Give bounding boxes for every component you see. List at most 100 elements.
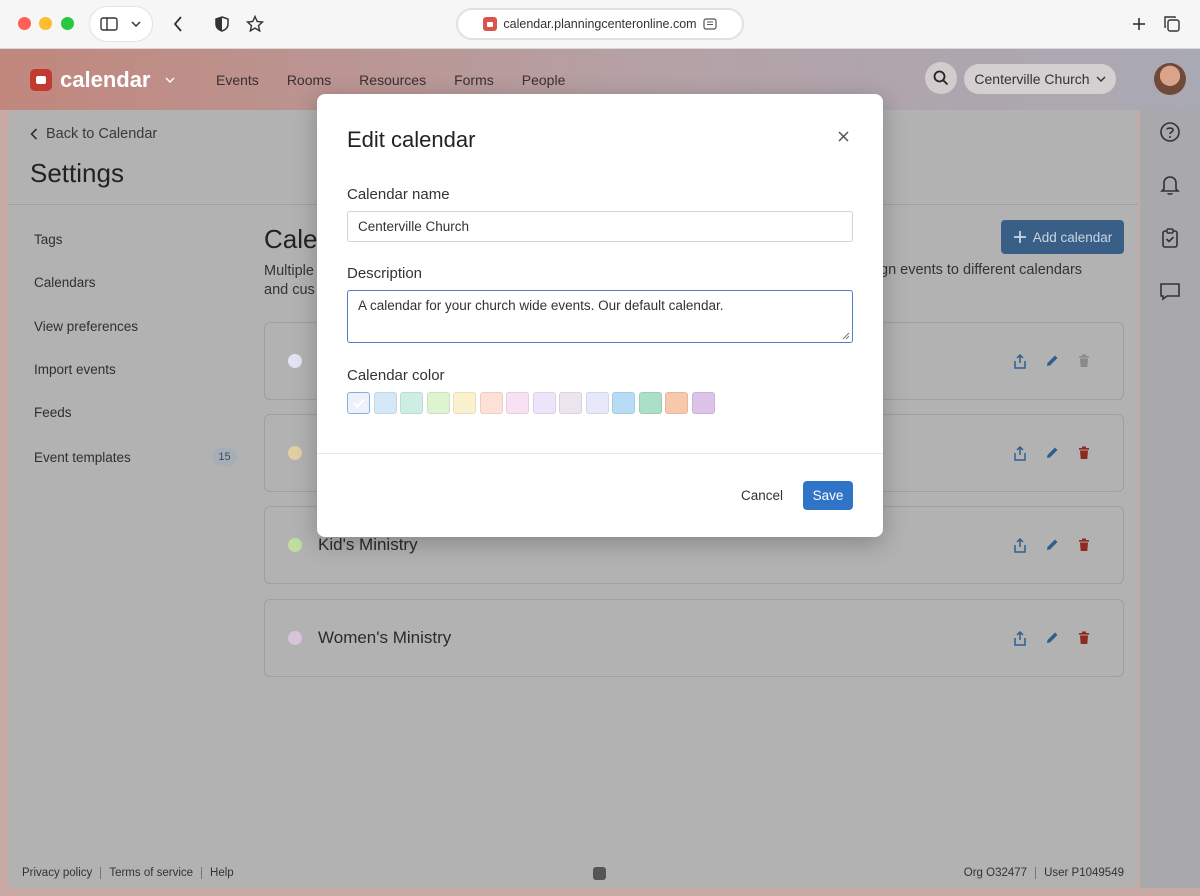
privacy-policy-link[interactable]: Privacy policy <box>22 867 102 879</box>
add-calendar-label: Add calendar <box>1032 229 1113 245</box>
calendar-logo-icon <box>30 69 52 91</box>
new-tab-icon[interactable] <box>1125 10 1153 38</box>
chevron-down-icon[interactable] <box>165 77 175 83</box>
resize-grip-icon[interactable] <box>842 332 850 340</box>
color-swatch[interactable] <box>691 392 715 414</box>
nav-people[interactable]: People <box>522 72 566 88</box>
page-title: Settings <box>30 158 124 188</box>
modal-title: Edit calendar <box>347 127 476 152</box>
privacy-shield-icon[interactable] <box>208 10 236 38</box>
org-switcher[interactable]: Centerville Church <box>964 64 1116 94</box>
color-swatch[interactable] <box>347 392 370 414</box>
calendar-card: Women's Ministry <box>264 599 1124 677</box>
close-window-button[interactable] <box>18 17 31 30</box>
user-avatar[interactable] <box>1154 63 1186 95</box>
color-swatch[interactable] <box>665 392 688 414</box>
calendar-color-dot <box>288 631 302 645</box>
sidebar-item-import-events[interactable]: Import events <box>34 362 116 377</box>
nav-rooms[interactable]: Rooms <box>287 72 331 88</box>
search-button[interactable] <box>925 62 957 94</box>
org-id: Org O32477 <box>956 867 1037 879</box>
calendar-color-dot <box>288 446 302 460</box>
nav-events[interactable]: Events <box>216 72 259 88</box>
back-arrow-icon[interactable] <box>164 10 192 38</box>
url-text: calendar.planningcenteronline.com <box>503 17 697 31</box>
calendar-color-label: Calendar color <box>347 367 445 384</box>
address-bar[interactable]: calendar.planningcenteronline.com <box>456 8 744 40</box>
share-icon[interactable] <box>1012 630 1028 646</box>
color-swatch[interactable] <box>373 392 397 414</box>
calendars-description: Multiple and cus <box>264 262 315 300</box>
color-swatch[interactable] <box>532 392 556 414</box>
sidebar-item-view-preferences[interactable]: View preferences <box>34 319 138 334</box>
calendar-name: Kid's Ministry <box>318 535 418 554</box>
cancel-button[interactable]: Cancel <box>735 481 789 510</box>
calendar-name-input[interactable]: Centerville Church <box>347 211 853 242</box>
pencil-icon[interactable] <box>1044 445 1060 461</box>
search-icon <box>933 70 949 86</box>
app-brand[interactable]: calendar <box>30 67 175 93</box>
share-icon[interactable] <box>1012 445 1028 461</box>
help-link[interactable]: Help <box>202 867 242 879</box>
color-swatch[interactable] <box>559 392 582 414</box>
main-nav: Events Rooms Resources Forms People <box>216 72 565 88</box>
trash-icon[interactable] <box>1076 353 1092 369</box>
chevron-left-icon <box>30 128 38 140</box>
calendars-description-right: gn events to different calendars <box>880 262 1083 278</box>
bell-icon[interactable] <box>1158 173 1182 197</box>
color-swatch[interactable] <box>400 392 423 414</box>
chat-icon[interactable] <box>1158 279 1182 303</box>
color-swatch-picker <box>347 392 715 414</box>
reader-mode-icon[interactable] <box>702 18 717 30</box>
pencil-icon[interactable] <box>1044 537 1060 553</box>
add-calendar-button[interactable]: Add calendar <box>1001 220 1124 254</box>
event-templates-count-badge: 15 <box>212 448 237 466</box>
planning-center-logo-icon <box>593 867 606 880</box>
terms-of-service-link[interactable]: Terms of service <box>101 867 203 879</box>
color-swatch[interactable] <box>453 392 476 414</box>
page-footer: Privacy policy Terms of service Help Org… <box>8 858 1138 888</box>
calendar-color-dot <box>288 354 302 368</box>
edit-calendar-modal: Edit calendar Calendar name Centerville … <box>317 94 883 537</box>
help-icon[interactable] <box>1158 120 1182 144</box>
minimize-window-button[interactable] <box>39 17 52 30</box>
brand-name: calendar <box>60 67 151 92</box>
description-line-1: Multiple <box>264 263 314 279</box>
close-icon[interactable] <box>835 128 851 144</box>
chevron-down-icon[interactable] <box>122 10 150 38</box>
trash-icon[interactable] <box>1076 537 1092 553</box>
clipboard-check-icon[interactable] <box>1158 226 1182 250</box>
divider <box>317 453 883 454</box>
color-swatch[interactable] <box>585 392 609 414</box>
nav-resources[interactable]: Resources <box>359 72 426 88</box>
star-icon[interactable] <box>241 10 269 38</box>
org-name: Centerville Church <box>974 71 1090 87</box>
zoom-window-button[interactable] <box>61 17 74 30</box>
sidebar-item-tags[interactable]: Tags <box>34 232 63 247</box>
plus-icon <box>1013 231 1026 243</box>
description-textarea[interactable]: A calendar for your church wide events. … <box>347 290 853 343</box>
sidebar-icon[interactable] <box>95 10 123 38</box>
calendar-name-label: Calendar name <box>347 186 450 203</box>
pencil-icon[interactable] <box>1044 353 1060 369</box>
color-swatch[interactable] <box>638 392 662 414</box>
sidebar-item-event-templates[interactable]: Event templates <box>34 450 131 465</box>
pencil-icon[interactable] <box>1044 630 1060 646</box>
calendar-name: Women's Ministry <box>318 628 452 647</box>
color-swatch[interactable] <box>426 392 450 414</box>
trash-icon[interactable] <box>1076 445 1092 461</box>
sidebar-item-calendars[interactable]: Calendars <box>34 275 96 290</box>
checkmark-icon <box>352 398 365 408</box>
chevron-down-icon <box>1096 76 1106 82</box>
share-icon[interactable] <box>1012 537 1028 553</box>
color-swatch[interactable] <box>612 392 635 414</box>
trash-icon[interactable] <box>1076 630 1092 646</box>
nav-forms[interactable]: Forms <box>454 72 494 88</box>
color-swatch[interactable] <box>506 392 529 414</box>
color-swatch[interactable] <box>479 392 503 414</box>
tab-overview-icon[interactable] <box>1158 10 1186 38</box>
back-to-calendar-link[interactable]: Back to Calendar <box>30 126 157 142</box>
sidebar-item-feeds[interactable]: Feeds <box>34 405 72 420</box>
share-icon[interactable] <box>1012 353 1028 369</box>
save-button[interactable]: Save <box>803 481 853 510</box>
